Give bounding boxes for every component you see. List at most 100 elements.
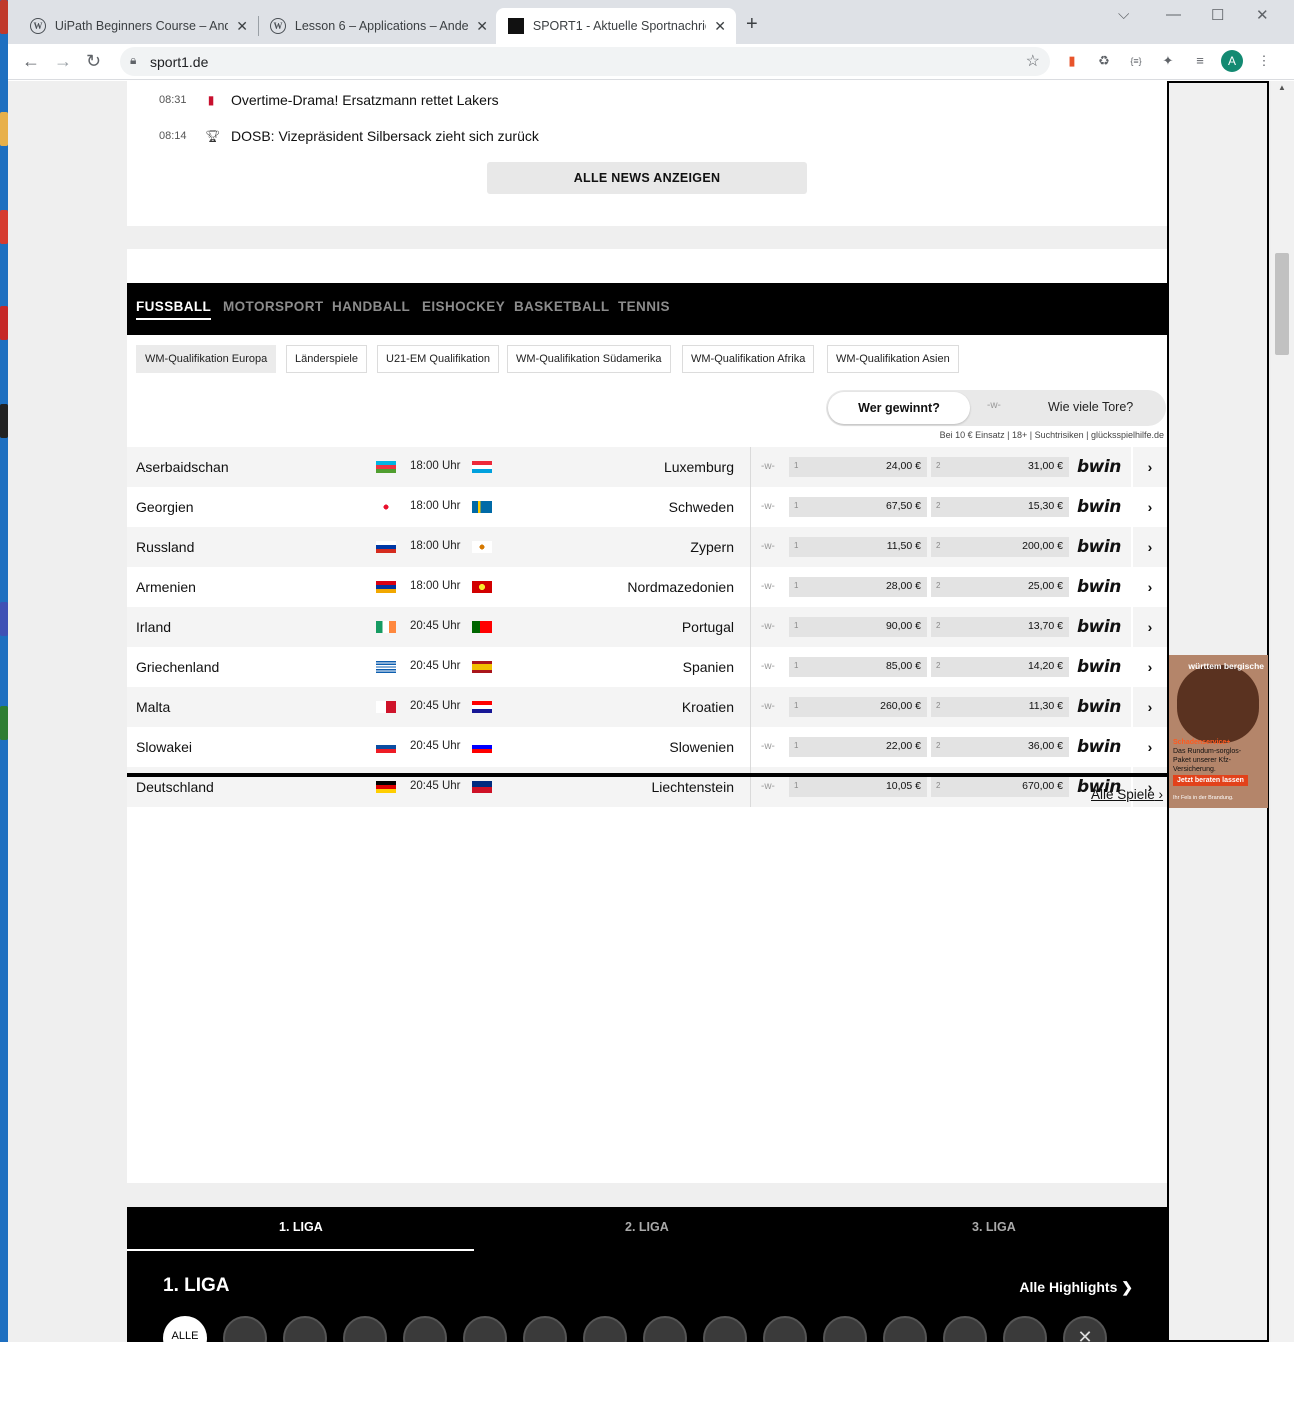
odd-away-button[interactable]: 2 31,00 € bbox=[931, 457, 1069, 477]
competition-chip[interactable]: U21-EM Qualifikation bbox=[377, 345, 499, 373]
club-crest-icon[interactable] bbox=[643, 1316, 687, 1342]
club-crest-icon[interactable] bbox=[763, 1316, 807, 1342]
scrollbar-thumb[interactable] bbox=[1275, 253, 1289, 355]
odd-away-button[interactable]: 2 25,00 € bbox=[931, 577, 1069, 597]
profile-avatar[interactable]: A bbox=[1221, 50, 1243, 72]
match-row[interactable]: Irland 20:45 Uhr Portugal -w- 1 90,00 € 2 13,70… bbox=[127, 607, 1167, 647]
news-item[interactable]: 08:14 🏆︎ DOSB: Vizepräsident Silbersack … bbox=[159, 126, 539, 146]
close-icon[interactable]: ✕ bbox=[714, 18, 726, 35]
close-icon[interactable]: ✕ bbox=[236, 18, 248, 35]
puzzle-icon[interactable]: ✦ bbox=[1159, 52, 1177, 70]
bookmaker-logo[interactable]: bwin bbox=[1077, 497, 1121, 517]
odd-home-button[interactable]: 1 85,00 € bbox=[789, 657, 927, 677]
menu-icon[interactable]: ⋮ bbox=[1255, 52, 1273, 70]
club-crest-icon[interactable] bbox=[223, 1316, 267, 1342]
desktop-icon[interactable] bbox=[0, 602, 8, 636]
club-crest-icon[interactable] bbox=[463, 1316, 507, 1342]
desktop-icon[interactable] bbox=[0, 706, 8, 740]
bookmaker-logo[interactable]: bwin bbox=[1077, 737, 1121, 757]
desktop-icon[interactable] bbox=[0, 306, 8, 340]
minimize-icon[interactable]: — bbox=[1166, 6, 1181, 23]
match-row[interactable]: Russland 18:00 Uhr Zypern -w- 1 11,50 € 2 200,0… bbox=[127, 527, 1167, 567]
address-bar[interactable]: 🔒︎ sport1.de ☆ bbox=[120, 47, 1050, 76]
close-icon[interactable]: ✕ bbox=[1063, 1316, 1107, 1342]
tab-search-icon[interactable]: ⌵ bbox=[1118, 6, 1129, 23]
forward-icon[interactable]: → bbox=[54, 51, 72, 72]
odd-away-button[interactable]: 2 670,00 € bbox=[931, 777, 1069, 797]
bookmaker-logo[interactable]: bwin bbox=[1077, 617, 1121, 637]
club-filter-all[interactable]: ALLE bbox=[163, 1316, 207, 1342]
tab-1-liga[interactable]: 1. LIGA bbox=[279, 1220, 323, 1234]
browser-tab[interactable]: W Lesson 6 – Applications – Anders ✕ bbox=[258, 8, 498, 44]
news-headline[interactable]: DOSB: Vizepräsident Silbersack zieht sic… bbox=[231, 128, 539, 144]
media-icon[interactable]: ≡ bbox=[1191, 52, 1209, 70]
tab-3-liga[interactable]: 3. LIGA bbox=[972, 1220, 1016, 1234]
match-row[interactable]: Griechenland 20:45 Uhr Spanien -w- 1 85,00 € 2… bbox=[127, 647, 1167, 687]
desktop-icon[interactable] bbox=[0, 210, 8, 244]
odd-home-button[interactable]: 1 260,00 € bbox=[789, 697, 927, 717]
odd-away-button[interactable]: 2 200,00 € bbox=[931, 537, 1069, 557]
club-crest-icon[interactable] bbox=[703, 1316, 747, 1342]
match-row[interactable]: Slowakei 20:45 Uhr Slowenien -w- 1 22,00 € 2 36… bbox=[127, 727, 1167, 767]
odd-home-button[interactable]: 1 28,00 € bbox=[789, 577, 927, 597]
chevron-right-icon[interactable]: › bbox=[1131, 447, 1167, 487]
odd-away-button[interactable]: 2 36,00 € bbox=[931, 737, 1069, 757]
club-crest-icon[interactable] bbox=[1003, 1316, 1047, 1342]
odd-away-button[interactable]: 2 11,30 € bbox=[931, 697, 1069, 717]
chevron-right-icon[interactable]: › bbox=[1131, 727, 1167, 767]
odd-home-button[interactable]: 1 11,50 € bbox=[789, 537, 927, 557]
club-crest-icon[interactable] bbox=[343, 1316, 387, 1342]
tab-motorsport[interactable]: MOTORSPORT bbox=[223, 299, 324, 314]
club-crest-icon[interactable] bbox=[583, 1316, 627, 1342]
toggle-how-many-goals[interactable]: Wie viele Tore? bbox=[1048, 400, 1133, 414]
odd-home-button[interactable]: 1 10,05 € bbox=[789, 777, 927, 797]
match-row[interactable]: Aserbaidschan 18:00 Uhr Luxemburg -w- 1 24,00… bbox=[127, 447, 1167, 487]
desktop-icon[interactable] bbox=[0, 0, 8, 34]
competition-chip[interactable]: WM-Qualifikation Südamerika bbox=[507, 345, 671, 373]
tab-2-liga[interactable]: 2. LIGA bbox=[625, 1220, 669, 1234]
odd-home-button[interactable]: 1 24,00 € bbox=[789, 457, 927, 477]
odd-away-button[interactable]: 2 13,70 € bbox=[931, 617, 1069, 637]
all-news-button[interactable]: ALLE NEWS ANZEIGEN bbox=[487, 162, 807, 194]
competition-chip[interactable]: Länderspiele bbox=[286, 345, 367, 373]
bookmaker-logo[interactable]: bwin bbox=[1077, 457, 1121, 477]
window-close-icon[interactable]: ✕ bbox=[1256, 6, 1269, 24]
tab-fussball[interactable]: FUSSBALL bbox=[136, 299, 212, 320]
news-item[interactable]: 08:31 ▮ Overtime-Drama! Ersatzmann rette… bbox=[159, 90, 499, 110]
vertical-scrollbar[interactable]: ▲ bbox=[1271, 81, 1294, 1342]
tab-basketball[interactable]: BASKETBALL bbox=[514, 299, 610, 314]
ad-cta-button[interactable]: Jetzt beraten lassen bbox=[1173, 775, 1248, 786]
chevron-right-icon[interactable]: › bbox=[1131, 567, 1167, 607]
bookmaker-logo[interactable]: bwin bbox=[1077, 537, 1121, 557]
scroll-up-icon[interactable]: ▲ bbox=[1278, 83, 1286, 92]
reload-icon[interactable]: ↻ bbox=[86, 51, 101, 72]
close-icon[interactable]: ✕ bbox=[476, 18, 488, 35]
browser-tab-active[interactable]: SPORT1 - Aktuelle Sportnachrichten ✕ bbox=[496, 8, 736, 44]
extension-icon[interactable]: ▮ bbox=[1063, 52, 1081, 70]
competition-chip[interactable]: WM-Qualifikation Afrika bbox=[682, 345, 815, 373]
odd-home-button[interactable]: 1 90,00 € bbox=[789, 617, 927, 637]
bookmark-star-icon[interactable]: ☆ bbox=[1026, 51, 1040, 71]
chevron-right-icon[interactable]: › bbox=[1131, 487, 1167, 527]
club-crest-icon[interactable] bbox=[883, 1316, 927, 1342]
maximize-icon[interactable]: ☐ bbox=[1211, 6, 1224, 24]
all-highlights-link[interactable]: Alle Highlights ❯ bbox=[1019, 1279, 1133, 1296]
bookmaker-logo[interactable]: bwin bbox=[1077, 657, 1121, 677]
club-crest-icon[interactable] bbox=[943, 1316, 987, 1342]
match-row[interactable]: Armenien 18:00 Uhr Nordmazedonien -w- 1 28,00… bbox=[127, 567, 1167, 607]
bet-type-toggle[interactable]: Wer gewinnt? -w- Wie viele Tore? bbox=[826, 390, 1166, 426]
desktop-icon[interactable] bbox=[0, 404, 8, 438]
odd-home-button[interactable]: 1 67,50 € bbox=[789, 497, 927, 517]
all-games-link[interactable]: Alle Spiele › bbox=[1091, 787, 1163, 802]
tab-handball[interactable]: HANDBALL bbox=[332, 299, 410, 314]
json-extension-icon[interactable]: {≡} bbox=[1127, 52, 1145, 70]
club-crest-icon[interactable] bbox=[823, 1316, 867, 1342]
tab-tennis[interactable]: TENNIS bbox=[618, 299, 670, 314]
news-headline[interactable]: Overtime-Drama! Ersatzmann rettet Lakers bbox=[231, 92, 499, 108]
back-icon[interactable]: ← bbox=[22, 51, 40, 72]
odd-away-button[interactable]: 2 14,20 € bbox=[931, 657, 1069, 677]
club-crest-icon[interactable] bbox=[283, 1316, 327, 1342]
chevron-right-icon[interactable]: › bbox=[1131, 687, 1167, 727]
club-crest-icon[interactable] bbox=[523, 1316, 567, 1342]
competition-chip[interactable]: WM-Qualifikation Europa bbox=[136, 345, 277, 373]
